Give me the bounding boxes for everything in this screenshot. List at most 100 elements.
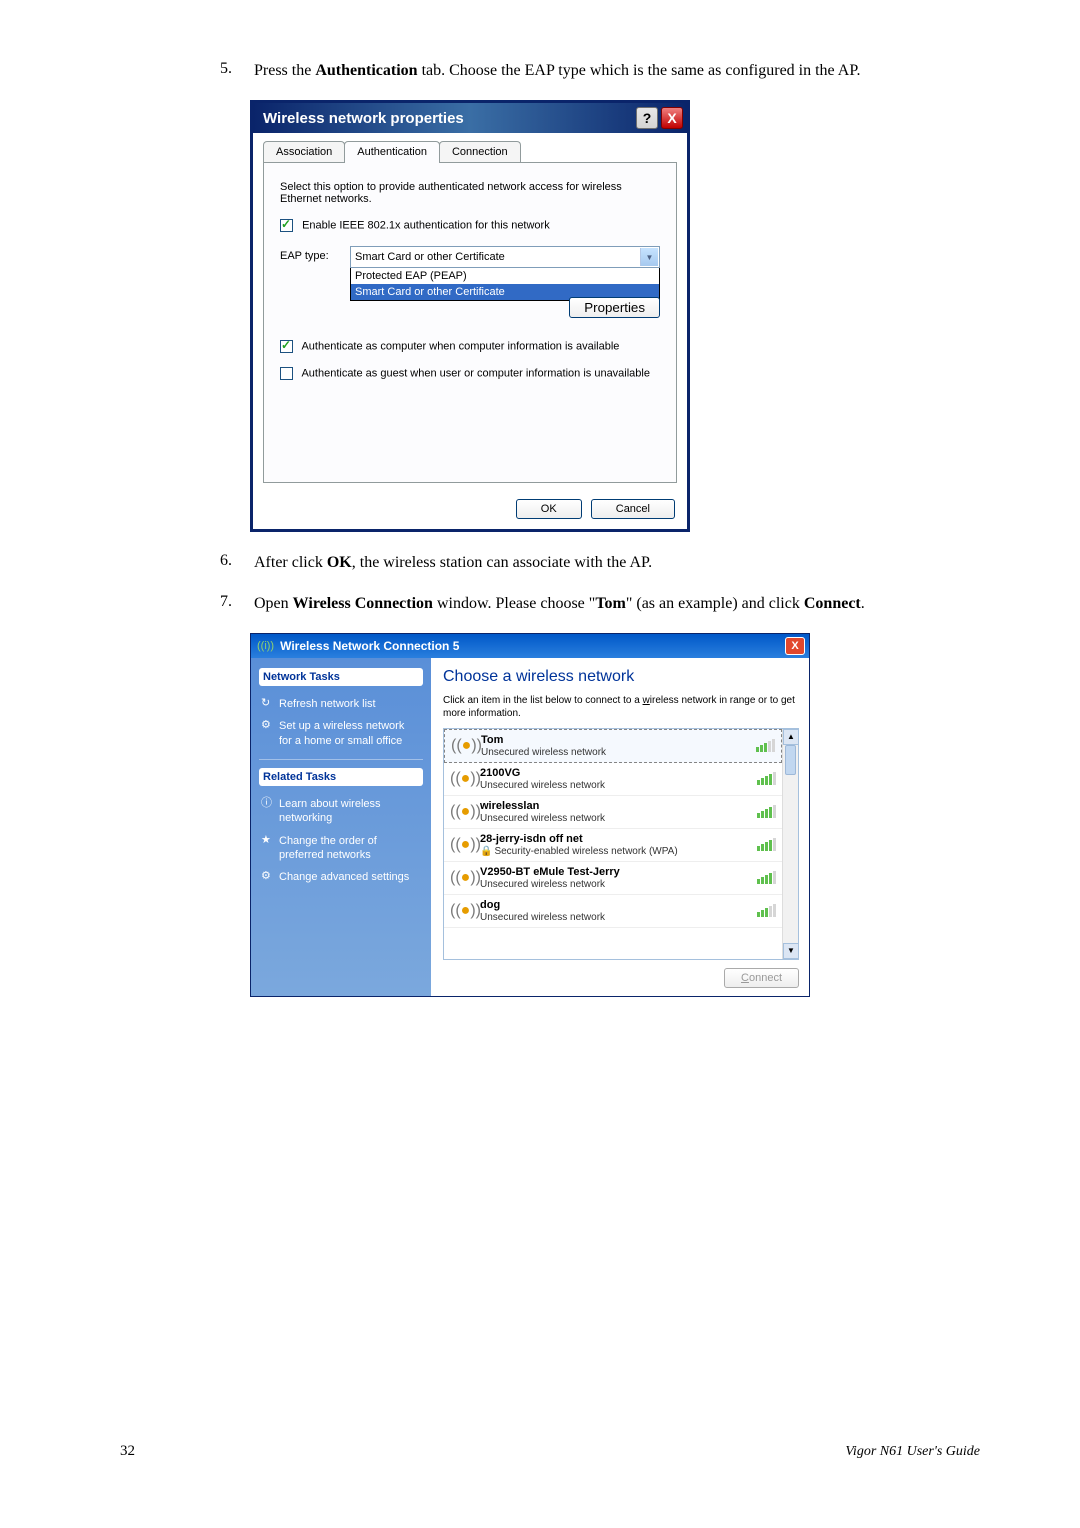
- auth-as-computer-row: Authenticate as computer when computer i…: [280, 340, 660, 353]
- auth-as-computer-checkbox[interactable]: [280, 340, 293, 353]
- network-status: Unsecured wireless network: [480, 912, 748, 923]
- tab-strip: Association Authentication Connection: [263, 141, 687, 162]
- help-icon: ?: [643, 110, 652, 126]
- network-status: Unsecured wireless network: [480, 780, 748, 791]
- eap-type-label: EAP type:: [280, 246, 350, 262]
- eap-selected-value: Smart Card or other Certificate: [355, 251, 505, 263]
- signal-icon: [748, 837, 776, 854]
- network-info: TomUnsecured wireless network: [481, 734, 747, 758]
- footer-text: Vigor N61 User's Guide: [845, 1444, 980, 1460]
- close-icon: X: [791, 640, 798, 652]
- dialog-body: Network Tasks ↻Refresh network list ⚙Set…: [251, 658, 809, 996]
- wifi-icon: ((●)): [450, 803, 480, 821]
- dialog-button-row: OK Cancel: [253, 493, 687, 529]
- connect-row: Connect: [443, 960, 799, 988]
- eap-type-dropdown[interactable]: Smart Card or other Certificate ▼: [350, 246, 660, 268]
- network-name: wirelesslan: [480, 800, 748, 812]
- wifi-icon: ((●)): [451, 737, 481, 755]
- eap-option-peap[interactable]: Protected EAP (PEAP): [351, 268, 659, 284]
- network-item[interactable]: ((●))28-jerry-isdn off net🔒Security-enab…: [444, 829, 782, 862]
- title-text: Wireless Network Connection 5: [274, 639, 785, 653]
- sidebar: Network Tasks ↻Refresh network list ⚙Set…: [251, 658, 431, 996]
- sidebar-link-setup[interactable]: ⚙Set up a wireless network for a home or…: [259, 716, 423, 751]
- auth-as-guest-label: Authenticate as guest when user or compu…: [301, 368, 650, 380]
- tab-authentication[interactable]: Authentication: [344, 141, 440, 163]
- network-item[interactable]: ((●))TomUnsecured wireless network: [444, 729, 782, 763]
- star-icon: ★: [261, 833, 275, 847]
- network-item[interactable]: ((●))wirelesslanUnsecured wireless netwo…: [444, 796, 782, 829]
- tab-association[interactable]: Association: [263, 141, 345, 162]
- wireless-properties-dialog: Wireless network properties ? X Associat…: [250, 100, 690, 532]
- network-name: 28-jerry-isdn off net: [480, 833, 748, 845]
- ok-button[interactable]: OK: [516, 499, 582, 519]
- title-text: Wireless network properties: [257, 110, 633, 127]
- instruction-step-6: 6. After click OK, the wireless station …: [220, 552, 980, 574]
- help-button[interactable]: ?: [636, 107, 658, 129]
- tab-content: Select this option to provide authentica…: [263, 162, 677, 483]
- cancel-button[interactable]: Cancel: [591, 499, 675, 519]
- network-item[interactable]: ((●))V2950-BT eMule Test-JerryUnsecured …: [444, 862, 782, 895]
- network-info: 2100VGUnsecured wireless network: [480, 767, 748, 791]
- network-item[interactable]: ((●))dogUnsecured wireless network: [444, 895, 782, 928]
- network-name: 2100VG: [480, 767, 748, 779]
- page-number: 32: [120, 1443, 135, 1460]
- chevron-down-icon: ▼: [640, 248, 658, 266]
- step-number: 5.: [220, 60, 250, 78]
- close-button[interactable]: X: [785, 637, 805, 655]
- wifi-icon: ((●)): [450, 869, 480, 887]
- instruction-step-7: 7. Open Wireless Connection window. Plea…: [220, 593, 980, 615]
- scroll-thumb[interactable]: [785, 745, 796, 775]
- network-name: V2950-BT eMule Test-Jerry: [480, 866, 748, 878]
- signal-icon: [748, 870, 776, 887]
- scrollbar[interactable]: ▲ ▼: [782, 729, 798, 959]
- sidebar-heading-network-tasks: Network Tasks: [259, 668, 423, 686]
- network-item[interactable]: ((●))2100VGUnsecured wireless network: [444, 763, 782, 796]
- gear-icon: ⚙: [261, 869, 275, 883]
- signal-icon: [747, 738, 775, 755]
- tab-connection[interactable]: Connection: [439, 141, 521, 162]
- signal-icon: [748, 903, 776, 920]
- main-panel: Choose a wireless network Click an item …: [431, 658, 809, 996]
- network-info: 28-jerry-isdn off net🔒Security-enabled w…: [480, 833, 748, 857]
- step-text: Open Wireless Connection window. Please …: [254, 593, 954, 615]
- network-status: Unsecured wireless network: [480, 813, 748, 824]
- sidebar-heading-related-tasks: Related Tasks: [259, 768, 423, 786]
- antenna-icon: ((i)): [257, 640, 274, 652]
- main-heading: Choose a wireless network: [443, 668, 799, 686]
- intro-text: Select this option to provide authentica…: [280, 181, 660, 205]
- step-text: After click OK, the wireless station can…: [254, 552, 954, 574]
- network-info: dogUnsecured wireless network: [480, 899, 748, 923]
- network-info: V2950-BT eMule Test-JerryUnsecured wirel…: [480, 866, 748, 890]
- network-list[interactable]: ((●))TomUnsecured wireless network((●))2…: [443, 728, 799, 960]
- setup-icon: ⚙: [261, 718, 275, 732]
- wifi-icon: ((●)): [450, 770, 480, 788]
- network-status: 🔒Security-enabled wireless network (WPA): [480, 846, 748, 857]
- sidebar-link-learn[interactable]: ⓘLearn about wireless networking: [259, 794, 423, 829]
- step-number: 6.: [220, 552, 250, 570]
- step-text: Press the Authentication tab. Choose the…: [254, 60, 954, 82]
- sidebar-link-order[interactable]: ★Change the order of preferred networks: [259, 831, 423, 866]
- auth-as-guest-checkbox[interactable]: [280, 367, 293, 380]
- sidebar-link-advanced[interactable]: ⚙Change advanced settings: [259, 867, 423, 887]
- close-button[interactable]: X: [661, 107, 683, 129]
- enable-8021x-checkbox[interactable]: [280, 219, 293, 232]
- network-info: wirelesslanUnsecured wireless network: [480, 800, 748, 824]
- refresh-icon: ↻: [261, 696, 275, 710]
- divider: [259, 759, 423, 760]
- auth-as-guest-row: Authenticate as guest when user or compu…: [280, 367, 660, 380]
- connect-button[interactable]: Connect: [724, 968, 799, 988]
- lock-icon: 🔒: [480, 846, 492, 857]
- properties-button[interactable]: Properties: [569, 297, 660, 318]
- signal-icon: [748, 771, 776, 788]
- signal-icon: [748, 804, 776, 821]
- info-icon: ⓘ: [261, 796, 275, 810]
- instruction-step-5: 5. Press the Authentication tab. Choose …: [220, 60, 980, 82]
- enable-8021x-row: Enable IEEE 802.1x authentication for th…: [280, 219, 660, 232]
- sidebar-link-refresh[interactable]: ↻Refresh network list: [259, 694, 423, 714]
- main-subtext: Click an item in the list below to conne…: [443, 694, 799, 720]
- close-icon: X: [667, 110, 676, 126]
- scroll-up-icon[interactable]: ▲: [783, 729, 799, 745]
- titlebar: ((i)) Wireless Network Connection 5 X: [251, 634, 809, 658]
- scroll-down-icon[interactable]: ▼: [783, 943, 799, 959]
- auth-as-computer-label: Authenticate as computer when computer i…: [301, 341, 619, 353]
